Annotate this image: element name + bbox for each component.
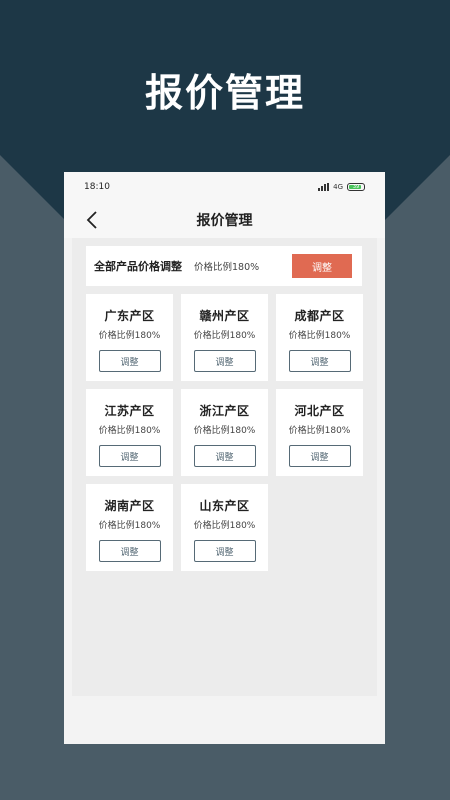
region-adjust-button[interactable]: 调整 — [193, 445, 256, 467]
region-adjust-button[interactable]: 调整 — [193, 540, 256, 562]
region-ratio: 价格比例180% — [98, 521, 161, 531]
region-name: 赣州产区 — [199, 309, 250, 323]
region-ratio: 价格比例180% — [193, 331, 256, 341]
region-card-hebei: 河北产区 价格比例180% 调整 — [276, 389, 363, 476]
region-name: 河北产区 — [294, 404, 345, 418]
region-adjust-button[interactable]: 调整 — [193, 350, 256, 372]
all-products-adjust-button[interactable]: 调整 — [292, 254, 352, 278]
region-adjust-button[interactable]: 调整 — [288, 350, 351, 372]
signal-icon — [318, 183, 330, 191]
nav-bar: 报价管理 — [64, 202, 385, 238]
region-card-zhejiang: 浙江产区 价格比例180% 调整 — [181, 389, 268, 476]
region-adjust-button[interactable]: 调整 — [98, 540, 161, 562]
region-name: 江苏产区 — [104, 404, 155, 418]
status-indicators: 4G 39 — [318, 183, 365, 191]
region-adjust-button[interactable]: 调整 — [98, 445, 161, 467]
region-card-hunan: 湖南产区 价格比例180% 调整 — [86, 484, 173, 571]
region-ratio: 价格比例180% — [98, 426, 161, 436]
all-products-row: 全部产品价格调整 价格比例180% 调整 — [86, 246, 362, 286]
phone-screen: 18:10 4G 39 报价管理 全部产品价格调整 价格比例180% 调整 广东… — [64, 172, 385, 744]
region-name: 湖南产区 — [104, 499, 155, 513]
region-name: 浙江产区 — [199, 404, 250, 418]
region-adjust-button[interactable]: 调整 — [98, 350, 161, 372]
promo-title: 报价管理 — [144, 71, 305, 115]
status-bar: 18:10 4G 39 — [64, 172, 385, 202]
region-ratio: 价格比例180% — [193, 426, 256, 436]
battery-icon: 39 — [347, 183, 365, 191]
page-title: 报价管理 — [196, 213, 253, 229]
region-card-ganzhou: 赣州产区 价格比例180% 调整 — [181, 294, 268, 381]
region-adjust-button[interactable]: 调整 — [288, 445, 351, 467]
battery-level: 39 — [352, 184, 360, 190]
region-name: 成都产区 — [294, 309, 345, 323]
back-button[interactable] — [82, 210, 102, 230]
region-name: 广东产区 — [104, 309, 155, 323]
network-type: 4G — [333, 183, 343, 191]
region-ratio: 价格比例180% — [193, 521, 256, 531]
region-card-shandong: 山东产区 价格比例180% 调整 — [181, 484, 268, 571]
region-ratio: 价格比例180% — [288, 426, 351, 436]
content-area: 全部产品价格调整 价格比例180% 调整 广东产区 价格比例180% 调整 赣州… — [72, 238, 377, 698]
promo-diagonal-right — [380, 155, 450, 225]
region-card-guangdong: 广东产区 价格比例180% 调整 — [86, 294, 173, 381]
region-ratio: 价格比例180% — [98, 331, 161, 341]
status-time: 18:10 — [84, 182, 110, 192]
region-card-chengdu: 成都产区 价格比例180% 调整 — [276, 294, 363, 381]
region-ratio: 价格比例180% — [288, 331, 351, 341]
chevron-left-icon — [86, 211, 97, 229]
promo-diagonal-left — [0, 155, 70, 225]
region-grid: 广东产区 价格比例180% 调整 赣州产区 价格比例180% 调整 成都产区 价… — [86, 294, 371, 571]
all-products-ratio: 价格比例180% — [194, 262, 260, 273]
all-products-label: 全部产品价格调整 — [94, 260, 182, 273]
screen-bottom-area — [64, 696, 385, 744]
region-card-jiangsu: 江苏产区 价格比例180% 调整 — [86, 389, 173, 476]
region-name: 山东产区 — [199, 499, 250, 513]
